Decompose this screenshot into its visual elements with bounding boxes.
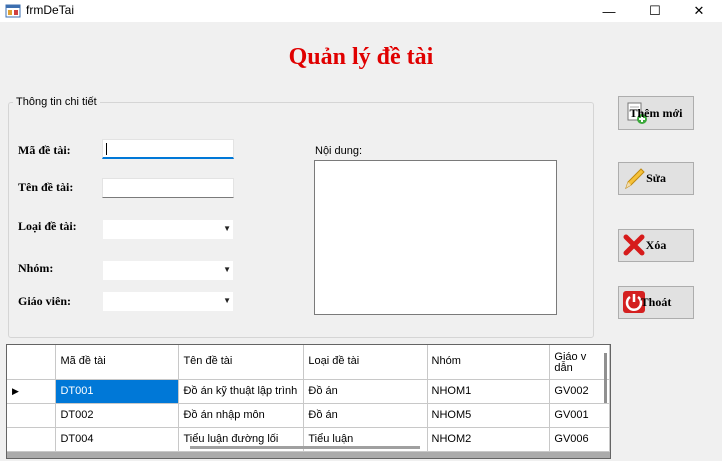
table-cell[interactable]: DT004 — [55, 427, 180, 452]
detai-datagrid[interactable]: Mã đề tài Tên đề tài Loại đề tài Nhóm Gi… — [6, 344, 611, 459]
table-cell[interactable]: GV006 — [549, 427, 610, 452]
horizontal-scrollbar[interactable] — [190, 446, 420, 449]
loai-de-tai-combobox[interactable]: ▼ — [102, 219, 234, 240]
window-titlebar: frmDeTai — ☐ ✕ — [0, 0, 722, 22]
column-header-nhom[interactable]: Nhóm — [427, 345, 551, 380]
table-cell[interactable]: Đồ án — [303, 403, 428, 428]
thoat-button[interactable]: Thoát — [618, 286, 694, 319]
table-row[interactable]: ▶ DT001 Đồ án kỹ thuật lập trình Đồ án N… — [7, 379, 610, 404]
nhom-combobox[interactable]: ▼ — [102, 260, 234, 281]
minimize-button[interactable]: — — [586, 0, 632, 22]
table-cell[interactable]: DT002 — [55, 403, 180, 428]
chevron-down-icon[interactable]: ▼ — [223, 265, 231, 274]
noi-dung-textarea[interactable] — [314, 160, 557, 315]
row-header-corner — [7, 345, 57, 380]
noi-dung-label: Nội dung: — [315, 145, 363, 157]
them-moi-label: Thêm mới — [629, 105, 683, 120]
red-x-icon — [623, 234, 645, 256]
table-cell[interactable]: Đồ án — [303, 379, 428, 404]
chevron-down-icon[interactable]: ▼ — [223, 296, 231, 305]
giao-vien-combobox[interactable]: ▼ — [102, 291, 234, 312]
pencil-icon — [625, 168, 645, 190]
ten-de-tai-label: Tên đề tài: — [18, 180, 74, 194]
table-row[interactable]: DT002 Đồ án nhập môn Đồ án NHOM5 GV001 — [7, 403, 610, 428]
column-header-giao-vien-label: Giáo v dẫn — [554, 350, 587, 374]
table-cell[interactable]: GV001 — [549, 403, 610, 428]
row-header[interactable] — [7, 403, 57, 428]
table-cell[interactable]: DT001 — [55, 379, 180, 404]
row-header[interactable]: ▶ — [7, 379, 57, 404]
nhom-label: Nhóm: — [18, 261, 54, 275]
ma-de-tai-label: Mã đề tài: — [18, 143, 71, 157]
table-cell[interactable]: GV002 — [549, 379, 610, 404]
current-row-arrow-icon: ▶ — [12, 386, 19, 396]
grid-header-row: Mã đề tài Tên đề tài Loại đề tài Nhóm Gi… — [7, 345, 610, 380]
window-title: frmDeTai — [26, 3, 75, 17]
table-cell[interactable]: NHOM5 — [427, 403, 551, 428]
column-header-ma-de-tai[interactable]: Mã đề tài — [55, 345, 180, 380]
column-header-loai-de-tai[interactable]: Loại đề tài — [303, 345, 428, 380]
form-app-icon — [5, 4, 21, 18]
xoa-button[interactable]: Xóa — [618, 229, 694, 262]
table-cell[interactable]: NHOM2 — [427, 427, 551, 452]
row-header[interactable] — [7, 427, 57, 452]
minimize-icon: — — [602, 3, 616, 19]
thoat-label: Thoát — [640, 295, 672, 309]
vertical-scrollbar[interactable] — [604, 353, 607, 403]
text-caret — [106, 143, 107, 155]
table-cell[interactable]: Đồ án kỹ thuật lập trình — [178, 379, 305, 404]
sua-button[interactable]: Sửa — [618, 162, 694, 195]
ten-de-tai-input[interactable] — [102, 178, 234, 198]
table-cell[interactable]: Đồ án nhập môn — [178, 403, 305, 428]
sua-label: Sửa — [646, 171, 666, 185]
them-moi-button[interactable]: Thêm mới — [618, 96, 694, 130]
form-title: Quản lý đề tài — [288, 44, 434, 70]
table-cell[interactable]: NHOM1 — [427, 379, 551, 404]
close-icon: ✕ — [693, 3, 705, 18]
loai-de-tai-label: Loại đề tài: — [18, 219, 77, 233]
chevron-down-icon[interactable]: ▼ — [223, 224, 231, 233]
groupbox-title: Thông tin chi tiết — [13, 96, 100, 108]
maximize-button[interactable]: ☐ — [632, 0, 678, 22]
close-button[interactable]: ✕ — [676, 0, 722, 22]
xoa-label: Xóa — [645, 238, 667, 252]
ma-de-tai-input[interactable] — [102, 139, 234, 159]
giao-vien-label: Giáo viên: — [18, 294, 71, 308]
column-header-giao-vien[interactable]: Giáo v dẫn — [549, 345, 610, 380]
column-header-ten-de-tai[interactable]: Tên đề tài — [178, 345, 305, 380]
detai-table: Mã đề tài Tên đề tài Loại đề tài Nhóm Gi… — [7, 345, 610, 452]
maximize-icon: ☐ — [649, 3, 661, 18]
